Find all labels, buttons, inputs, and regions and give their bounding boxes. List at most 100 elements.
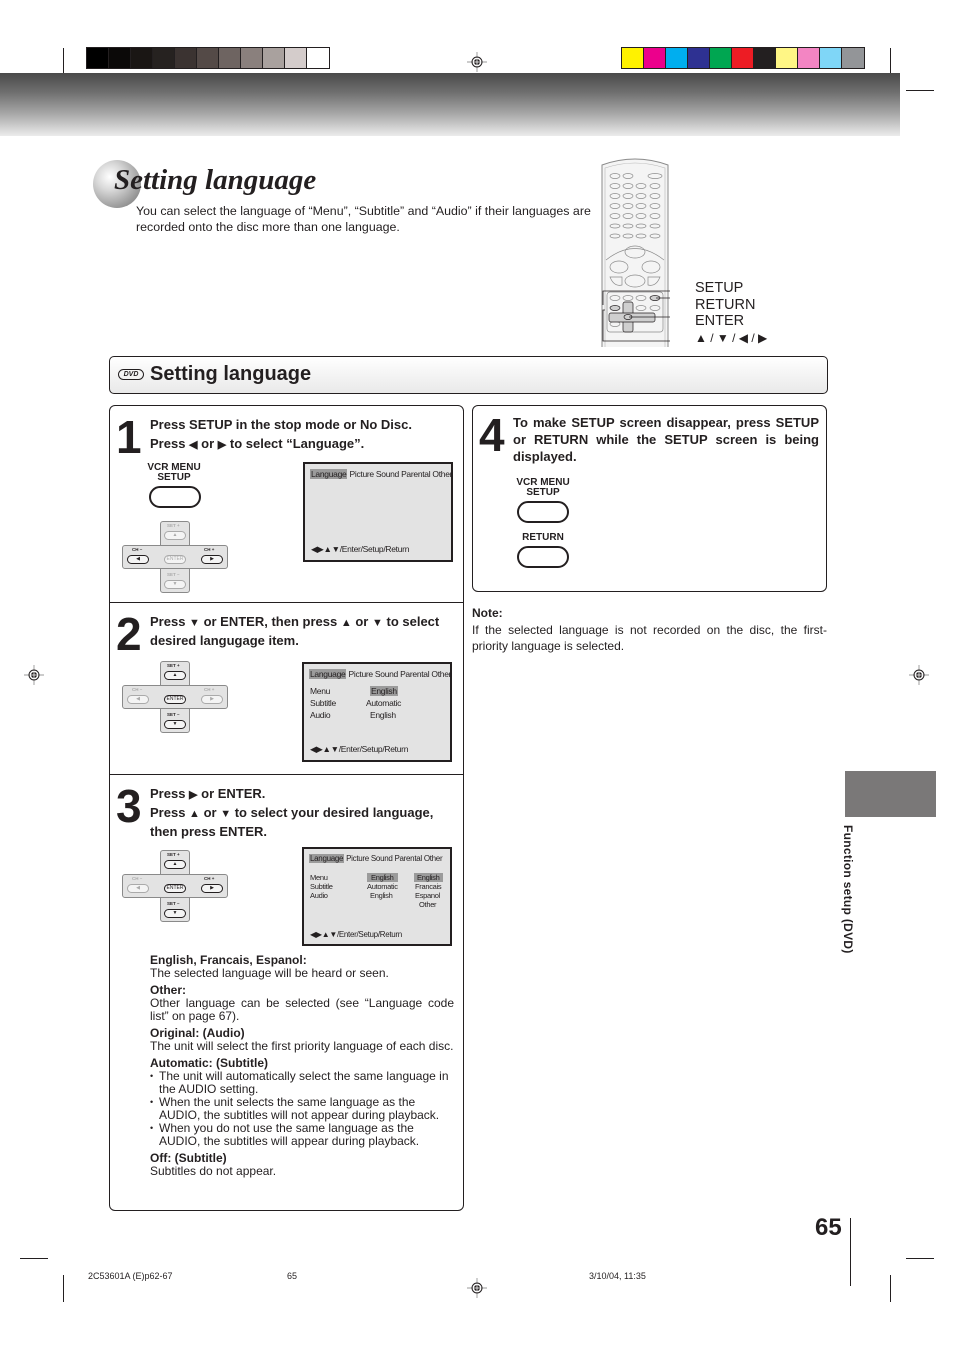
divider <box>110 602 463 603</box>
up-button[interactable]: ▲ <box>164 671 186 680</box>
definition-desc: The selected language will be heard or s… <box>150 966 389 980</box>
ch-minus-label: CH – <box>132 547 143 552</box>
osd-screen-step-3: Language Picture Sound Parental Other Me… <box>302 847 452 946</box>
osd-row-subtitle: Subtitle <box>310 698 336 708</box>
page-number: 65 <box>815 1214 842 1241</box>
osd-tabs: Language Picture Sound Parental Other <box>310 469 452 479</box>
osd-value-subtitle: Automatic <box>366 698 402 708</box>
osd-option-espanol: Espanol <box>415 891 441 900</box>
right-button[interactable]: ▶ <box>201 555 223 564</box>
footer-timestamp: 3/10/04, 11:35 <box>589 1271 646 1281</box>
down-button[interactable]: ▼ <box>164 720 186 729</box>
right-button[interactable]: ▶ <box>201 695 223 704</box>
set-plus-label: SET + <box>167 523 180 528</box>
color-swatch <box>776 48 798 68</box>
bullet-item: When you do not use the same language as… <box>150 1122 454 1148</box>
side-section-label: Function setup (DVD) <box>841 825 855 954</box>
osd-tab-picture: Picture <box>348 669 373 679</box>
return-button[interactable] <box>517 546 569 568</box>
left-button[interactable]: ◀ <box>127 695 149 704</box>
osd-nav-hint: ◀▶▲▼/Enter/Setup/Return <box>310 930 402 939</box>
set-minus-label: SET – <box>167 572 180 577</box>
step-3-instruction: Press ▶ or ENTER. Press ▲ or ▼ to select… <box>150 785 433 841</box>
crop-mark <box>63 1275 64 1302</box>
header-gradient-band <box>0 73 900 136</box>
osd-value-audio: English <box>370 710 396 720</box>
osd-tab-language: Language <box>309 854 345 863</box>
down-button[interactable]: ▼ <box>164 580 186 589</box>
osd-row-menu: Menu <box>310 873 328 882</box>
osd-tab-other: Other <box>423 854 443 863</box>
osd-tabs: Language Picture Sound Parental Other <box>309 669 451 679</box>
setup-button[interactable] <box>517 501 569 523</box>
side-thumb-tab <box>845 771 936 817</box>
color-swatch <box>754 48 776 68</box>
color-swatch <box>197 48 219 68</box>
set-minus-label: SET – <box>167 712 180 717</box>
color-swatch <box>622 48 644 68</box>
enter-button[interactable]: ENTER <box>164 884 186 893</box>
color-swatch <box>87 48 109 68</box>
osd-tab-sound: Sound <box>375 469 399 479</box>
osd-tab-sound: Sound <box>374 669 398 679</box>
step-number: 3 <box>116 780 142 832</box>
color-swatch <box>842 48 864 68</box>
setup-button-label: VCR MENU SETUP <box>516 477 570 498</box>
right-button[interactable]: ▶ <box>201 884 223 893</box>
registration-mark-icon <box>909 665 929 685</box>
ch-plus-label: CH + <box>204 876 215 881</box>
return-button-label: RETURN <box>522 532 564 543</box>
color-swatch <box>153 48 175 68</box>
footer-doc-code: 2C53601A (E)p62-67 <box>88 1271 173 1281</box>
set-plus-label: SET + <box>167 852 180 857</box>
color-swatch <box>820 48 842 68</box>
up-button[interactable]: ▲ <box>164 531 186 540</box>
osd-option-other: Other <box>419 900 437 909</box>
osd-nav-hint: ◀▶▲▼/Enter/Setup/Return <box>311 544 410 554</box>
osd-tab-picture: Picture <box>349 469 374 479</box>
osd-row-subtitle: Subtitle <box>310 882 333 891</box>
down-arrow-icon: ▼ <box>220 808 232 820</box>
color-swatch <box>798 48 820 68</box>
dpad-step-2: SET + ▲ CH – ◀ ENTER CH + ▶ SET – ▼ <box>122 661 228 733</box>
color-swatch <box>307 48 329 68</box>
enter-button[interactable]: ENTER <box>164 695 186 704</box>
osd-nav-hint: ◀▶▲▼/Enter/Setup/Return <box>310 744 409 754</box>
color-swatch <box>241 48 263 68</box>
step-2-instruction: Press ▼ or ENTER, then press ▲ or ▼ to s… <box>150 613 439 649</box>
color-swatch <box>219 48 241 68</box>
enter-button[interactable]: ENTER <box>164 555 186 564</box>
definition-bullets: The unit will automatically select the s… <box>150 1070 454 1148</box>
left-button[interactable]: ◀ <box>127 555 149 564</box>
registration-mark-icon <box>467 1278 487 1298</box>
osd-row-menu: Menu <box>310 686 331 696</box>
step-1-line-1: Press SETUP in the stop mode or No Disc. <box>150 417 412 432</box>
section-header: DVD Setting language <box>109 356 828 394</box>
color-calibration-bar <box>621 47 865 69</box>
color-swatch <box>109 48 131 68</box>
dvd-badge-icon: DVD <box>118 369 144 380</box>
ch-minus-label: CH – <box>132 876 143 881</box>
ch-plus-label: CH + <box>204 547 215 552</box>
color-swatch <box>732 48 754 68</box>
osd-screen-step-1: Language Picture Sound Parental Other ◀▶… <box>303 462 453 562</box>
osd-tab-parental: Parental <box>401 469 431 479</box>
section-title: Setting language <box>150 363 312 385</box>
color-swatch <box>263 48 285 68</box>
up-button[interactable]: ▲ <box>164 860 186 869</box>
dpad-step-3: SET + ▲ CH – ◀ ENTER CH + ▶ SET – ▼ <box>122 850 228 922</box>
color-swatch <box>285 48 307 68</box>
step-3-line-1: Press ▶ or ENTER. <box>150 785 433 804</box>
definition-desc: The unit will select the first priority … <box>150 1039 454 1053</box>
color-swatch <box>175 48 197 68</box>
set-minus-label: SET – <box>167 901 180 906</box>
osd-screen-step-2: Language Picture Sound Parental Other Me… <box>302 662 452 762</box>
left-button[interactable]: ◀ <box>127 884 149 893</box>
down-button[interactable]: ▼ <box>164 909 186 918</box>
osd-value-menu: English <box>370 686 398 696</box>
osd-tab-parental: Parental <box>394 854 422 863</box>
option-definitions: English, Francais, Espanol: The selected… <box>150 954 454 1178</box>
setup-button[interactable] <box>149 486 201 508</box>
color-swatch <box>688 48 710 68</box>
remote-label-arrows: ▲ / ▼ / ◀ / ▶ <box>695 330 768 345</box>
